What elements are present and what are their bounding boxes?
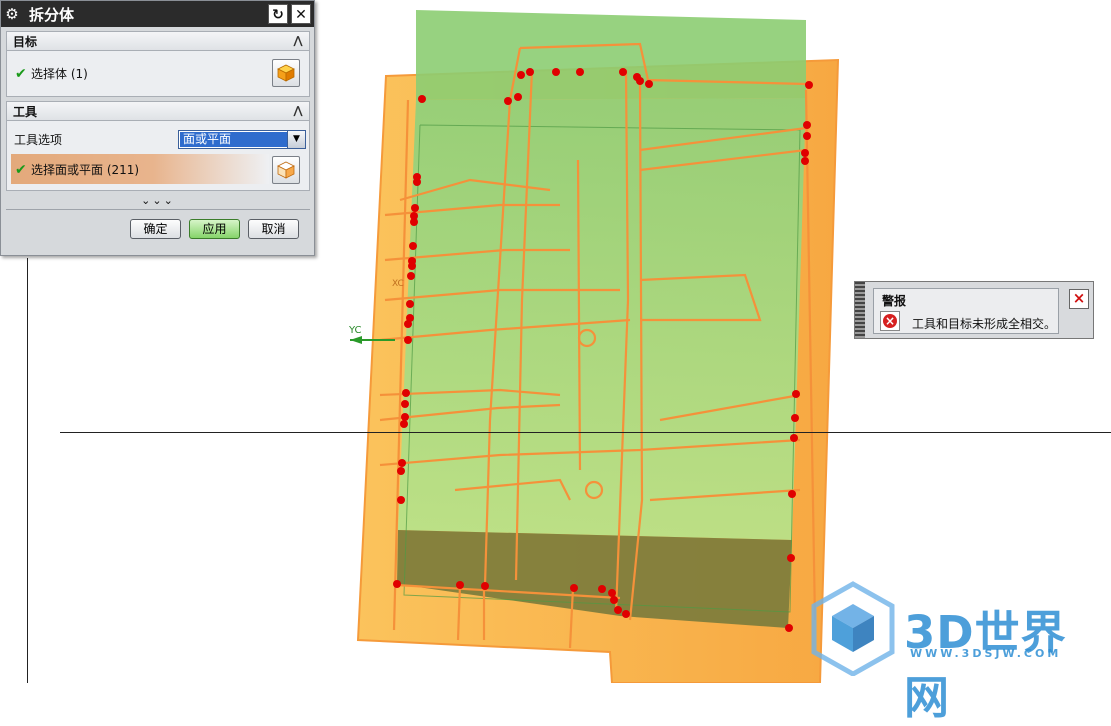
drag-handle[interactable] <box>855 282 865 338</box>
tool-option-select[interactable]: 面或平面 ▼ <box>178 130 306 149</box>
ok-button[interactable]: 确定 <box>130 219 181 239</box>
tool-section-body: 工具选项 面或平面 ▼ ✔ 选择面或平面 (211) <box>6 121 310 191</box>
select-body-label[interactable]: 选择体 (1) <box>31 65 88 82</box>
cancel-button[interactable]: 取消 <box>248 219 299 239</box>
tool-option-label: 工具选项 <box>14 133 63 147</box>
dropdown-arrow-icon[interactable]: ▼ <box>287 131 305 148</box>
tool-section-label: 工具 <box>13 104 38 119</box>
more-options-toggle[interactable]: ⌄⌄⌄ <box>6 194 310 208</box>
target-section-body: ✔ 选择体 (1) <box>6 51 310 97</box>
tool-option-value: 面或平面 <box>180 132 288 147</box>
target-section-label: 目标 <box>13 34 38 49</box>
target-body-top[interactable] <box>416 10 806 100</box>
error-icon <box>880 311 900 331</box>
viewport-vertical-line <box>27 258 28 683</box>
close-icon[interactable]: ✕ <box>291 4 311 24</box>
split-body-dialog: ⚙ 拆分体 ↻ ✕ 目标 ⋀ ✔ 选择体 (1) 工具 ⋀ 工具选项 面或平面 <box>0 0 315 256</box>
check-icon: ✔ <box>15 161 27 178</box>
target-section-header[interactable]: 目标 ⋀ <box>6 31 310 51</box>
watermark-logo-icon <box>811 581 895 676</box>
watermark-url: WWW.3DSJW.COM <box>910 647 1062 660</box>
warning-title: 警报 <box>882 294 907 308</box>
collapse-icon[interactable]: ⋀ <box>290 103 306 119</box>
warning-close-button[interactable]: × <box>1069 289 1089 309</box>
apply-button[interactable]: 应用 <box>189 219 240 239</box>
select-face-label[interactable]: 选择面或平面 (211) <box>31 161 139 178</box>
collapse-icon[interactable]: ⋀ <box>290 33 306 49</box>
axis-xc-label: XC <box>392 279 404 289</box>
reset-icon[interactable]: ↻ <box>268 4 288 24</box>
tool-section-header[interactable]: 工具 ⋀ <box>6 101 310 121</box>
select-face-button[interactable] <box>272 156 300 184</box>
dialog-title: 拆分体 <box>29 5 75 24</box>
warning-message: 工具和目标未形成全相交。 <box>912 317 1057 331</box>
watermark-brand: 3D世界网 <box>904 606 1067 724</box>
viewport-horizontal-line <box>60 432 1111 433</box>
dialog-titlebar[interactable]: ⚙ 拆分体 ↻ ✕ <box>1 1 314 27</box>
cube-face-icon <box>277 161 295 179</box>
warning-panel: 警报 工具和目标未形成全相交。 <box>873 288 1059 334</box>
select-body-button[interactable] <box>272 59 300 87</box>
gear-icon[interactable]: ⚙ <box>3 5 21 23</box>
warning-popup: 警报 工具和目标未形成全相交。 × <box>854 281 1094 339</box>
cube-icon <box>277 64 295 82</box>
check-icon: ✔ <box>15 65 27 82</box>
axis-yc-label: YC <box>348 325 362 336</box>
